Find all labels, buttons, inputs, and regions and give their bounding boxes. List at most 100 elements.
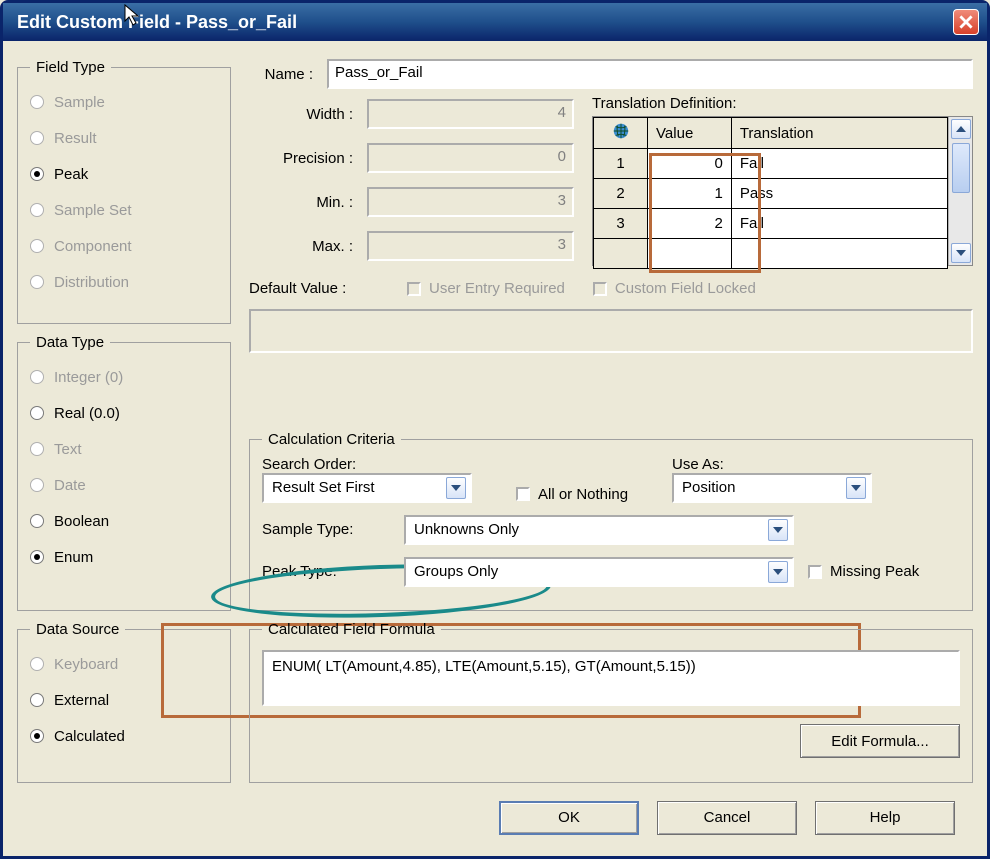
ok-button[interactable]: OK: [499, 801, 639, 835]
radio-boolean[interactable]: [30, 514, 44, 528]
cancel-button[interactable]: Cancel: [657, 801, 797, 835]
chevron-down-icon: [768, 561, 788, 583]
default-value-input[interactable]: [249, 309, 973, 353]
chevron-down-icon: [768, 519, 788, 541]
radio-enum[interactable]: [30, 550, 44, 564]
translation-grid[interactable]: Value Translation 10Fail 21Pass 32Fail: [592, 116, 973, 266]
radio-label: Integer (0): [54, 369, 123, 386]
field-type-legend: Field Type: [30, 59, 111, 76]
data-source-group: Data Source Keyboard External Calculated: [17, 621, 231, 782]
all-or-nothing-checkbox[interactable]: [516, 487, 530, 501]
sample-type-label: Sample Type:: [262, 521, 390, 538]
calculated-formula-group: Calculated Field Formula ENUM( LT(Amount…: [249, 621, 973, 782]
user-entry-label: User Entry Required: [429, 280, 565, 297]
radio-label: Text: [54, 441, 82, 458]
radio-integer: [30, 370, 44, 384]
user-entry-checkbox: [407, 282, 421, 296]
radio-component: [30, 239, 44, 253]
globe-icon: [612, 122, 630, 140]
calculation-criteria-group: Calculation Criteria Search Order: Resul…: [249, 431, 973, 611]
peak-type-label: Peak Type:: [262, 563, 390, 580]
min-label: Min. :: [249, 194, 359, 211]
radio-label: Distribution: [54, 274, 129, 291]
scroll-up-button[interactable]: [951, 119, 971, 139]
field-properties: Name : Pass_or_Fail Width : 4 Precision …: [249, 59, 973, 421]
table-row[interactable]: 10Fail: [594, 149, 948, 179]
max-input[interactable]: 3: [367, 231, 574, 261]
precision-label: Precision :: [249, 150, 359, 167]
dialog-buttons: OK Cancel Help: [17, 793, 973, 846]
close-button[interactable]: [953, 9, 979, 35]
radio-sample-set: [30, 203, 44, 217]
radio-label: Result: [54, 130, 97, 147]
radio-label: Component: [54, 238, 132, 255]
formula-input[interactable]: ENUM( LT(Amount,4.85), LTE(Amount,5.15),…: [262, 650, 960, 706]
search-order-select[interactable]: Result Set First: [262, 473, 472, 503]
translation-label: Translation Definition:: [592, 95, 973, 112]
radio-real[interactable]: [30, 406, 44, 420]
dialog-window: Edit Custom Field - Pass_or_Fail Field T…: [0, 0, 990, 859]
globe-header: [594, 118, 648, 149]
field-locked-label: Custom Field Locked: [615, 280, 756, 297]
radio-label: Peak: [54, 166, 88, 183]
data-type-legend: Data Type: [30, 334, 110, 351]
radio-label: Calculated: [54, 728, 125, 745]
use-as-select[interactable]: Position: [672, 473, 872, 503]
peak-type-select[interactable]: Groups Only: [404, 557, 794, 587]
window-title: Edit Custom Field - Pass_or_Fail: [17, 12, 297, 33]
radio-label: Sample: [54, 94, 105, 111]
help-button[interactable]: Help: [815, 801, 955, 835]
data-source-legend: Data Source: [30, 621, 125, 638]
sample-type-select[interactable]: Unknowns Only: [404, 515, 794, 545]
dialog-body: Field Type Sample Result Peak Sample Set…: [3, 41, 987, 856]
name-input[interactable]: Pass_or_Fail: [327, 59, 973, 89]
radio-result: [30, 131, 44, 145]
table-row-empty[interactable]: [594, 239, 948, 269]
titlebar: Edit Custom Field - Pass_or_Fail: [3, 3, 987, 41]
name-label: Name :: [249, 66, 319, 83]
radio-text: [30, 442, 44, 456]
radio-label: Enum: [54, 549, 93, 566]
field-type-group: Field Type Sample Result Peak Sample Set…: [17, 59, 231, 324]
search-order-label: Search Order:: [262, 456, 472, 473]
all-or-nothing-label: All or Nothing: [538, 486, 628, 503]
default-value-label: Default Value :: [249, 280, 379, 297]
scroll-down-button[interactable]: [951, 243, 971, 263]
translation-scrollbar[interactable]: [948, 117, 972, 265]
radio-peak[interactable]: [30, 167, 44, 181]
table-row[interactable]: 32Fail: [594, 209, 948, 239]
chevron-down-icon: [956, 250, 966, 256]
radio-date: [30, 478, 44, 492]
min-input[interactable]: 3: [367, 187, 574, 217]
width-input[interactable]: 4: [367, 99, 574, 129]
translation-header: Translation: [731, 118, 947, 149]
calc-criteria-legend: Calculation Criteria: [262, 431, 401, 448]
missing-peak-label: Missing Peak: [830, 563, 919, 580]
missing-peak-checkbox[interactable]: [808, 565, 822, 579]
radio-label: Real (0.0): [54, 405, 120, 422]
use-as-label: Use As:: [672, 456, 872, 473]
data-type-group: Data Type Integer (0) Real (0.0) Text Da…: [17, 334, 231, 611]
radio-calculated[interactable]: [30, 729, 44, 743]
chevron-down-icon: [846, 477, 866, 499]
max-label: Max. :: [249, 238, 359, 255]
radio-keyboard: [30, 657, 44, 671]
radio-label: External: [54, 692, 109, 709]
radio-label: Date: [54, 477, 86, 494]
chevron-up-icon: [956, 126, 966, 132]
chevron-down-icon: [446, 477, 466, 499]
table-row[interactable]: 21Pass: [594, 179, 948, 209]
value-header: Value: [648, 118, 732, 149]
radio-label: Boolean: [54, 513, 109, 530]
radio-label: Keyboard: [54, 656, 118, 673]
scroll-thumb[interactable]: [952, 143, 970, 193]
precision-input[interactable]: 0: [367, 143, 574, 173]
radio-sample: [30, 95, 44, 109]
radio-label: Sample Set: [54, 202, 132, 219]
field-locked-checkbox: [593, 282, 607, 296]
radio-external[interactable]: [30, 693, 44, 707]
width-label: Width :: [249, 106, 359, 123]
calc-formula-legend: Calculated Field Formula: [262, 621, 441, 638]
edit-formula-button[interactable]: Edit Formula...: [800, 724, 960, 758]
radio-distribution: [30, 275, 44, 289]
